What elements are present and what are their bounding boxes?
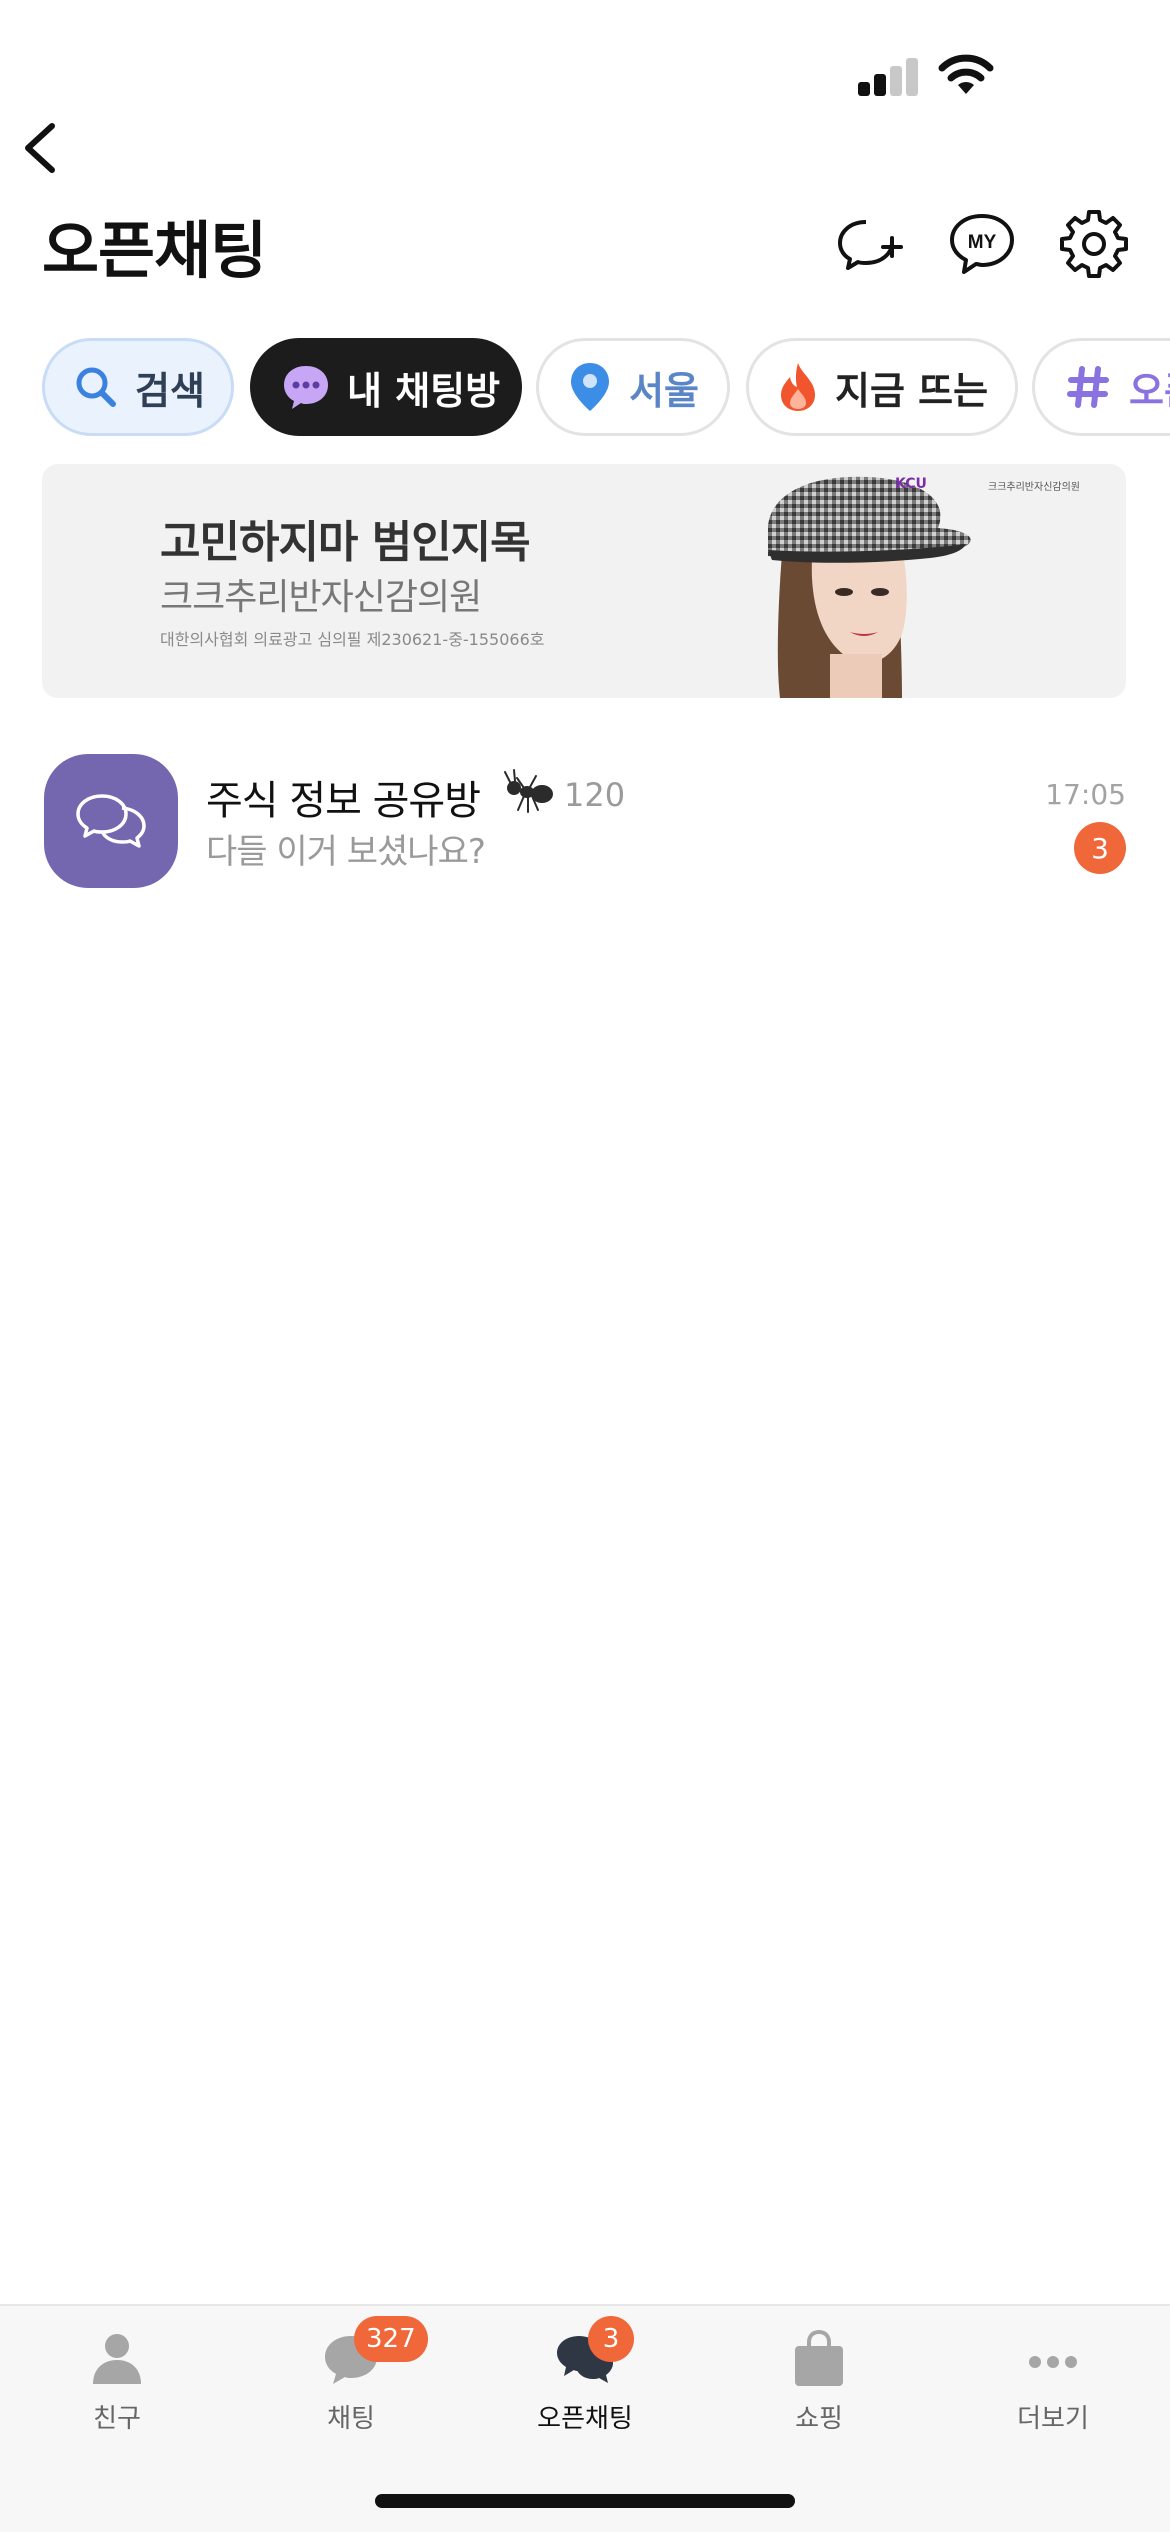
svg-text:MY: MY: [968, 232, 997, 253]
search-icon: [73, 362, 119, 412]
page-title: 오픈채팅: [42, 214, 267, 287]
tab-open-chat[interactable]: 오픈채팅 3: [468, 2306, 702, 2446]
back-button[interactable]: [18, 118, 68, 178]
home-indicator: [375, 2494, 795, 2508]
location-pin-icon: [567, 362, 613, 412]
filter-chip-seoul[interactable]: 서울: [536, 338, 730, 436]
ad-model-image: [768, 476, 971, 698]
my-profile-icon[interactable]: MY: [946, 208, 1018, 280]
filter-chip-trending[interactable]: 지금 뜨는: [746, 338, 1018, 436]
filter-chip-my-chats[interactable]: 내 채팅방: [250, 338, 522, 436]
create-open-chat-icon[interactable]: [836, 208, 908, 280]
tab-shopping[interactable]: 쇼핑: [702, 2306, 936, 2446]
chat-list-item[interactable]: 주식 정보 공유방 120 다들 이거 보셨나요? 17:05 3: [0, 748, 1170, 898]
chat-room-avatar: [44, 754, 178, 888]
chat-member-count: 120: [564, 776, 626, 814]
filter-chip-row: 검색 내 채팅방 서울 지금 뜨는 오픈: [0, 338, 1170, 438]
ad-title: 고민하지마 범인지목: [160, 517, 531, 568]
tab-chats[interactable]: 채팅 327: [234, 2306, 468, 2446]
settings-gear-icon[interactable]: [1058, 208, 1130, 280]
wifi-icon: [938, 54, 994, 94]
ad-regulatory-note: 대한의사협회 의료광고 심의필 제230621-중-155066호: [160, 630, 545, 649]
chat-room-name: 주식 정보 공유방: [206, 778, 481, 824]
person-icon: [93, 2334, 141, 2384]
chat-bubble-icon: [281, 362, 331, 412]
hashtag-icon: [1063, 362, 1113, 412]
filter-chip-search[interactable]: 검색: [42, 338, 234, 436]
open-chat-bubbles-icon: [76, 794, 146, 848]
shopping-bag-icon: [795, 2330, 843, 2386]
ant-icon: [504, 769, 553, 813]
chat-last-message: 다들 이거 보셨나요?: [206, 832, 486, 872]
ad-logo-text: 크크추리반자신감의원: [988, 482, 1080, 493]
chat-timestamp: 17:05: [1045, 778, 1126, 811]
ad-logo-mark: KCU: [895, 476, 927, 492]
flame-icon: [777, 362, 819, 412]
ad-subtitle: 크크추리반자신감의원: [160, 577, 482, 618]
tab-friends[interactable]: 친구: [0, 2306, 234, 2446]
more-icon: [1029, 2356, 1077, 2368]
ad-banner[interactable]: 고민하지마 범인지목 크크추리반자신감의원 대한의사협회 의료광고 심의필 제2…: [42, 464, 1126, 698]
status-bar: [0, 0, 1170, 120]
filter-chip-hashtag[interactable]: 오픈: [1032, 338, 1170, 436]
tab-more[interactable]: 더보기: [936, 2306, 1170, 2446]
open-chat-badge: 3: [588, 2316, 634, 2362]
unread-badge: 3: [1074, 822, 1126, 874]
cellular-signal-icon: [858, 56, 922, 96]
chat-badge: 327: [354, 2316, 428, 2362]
